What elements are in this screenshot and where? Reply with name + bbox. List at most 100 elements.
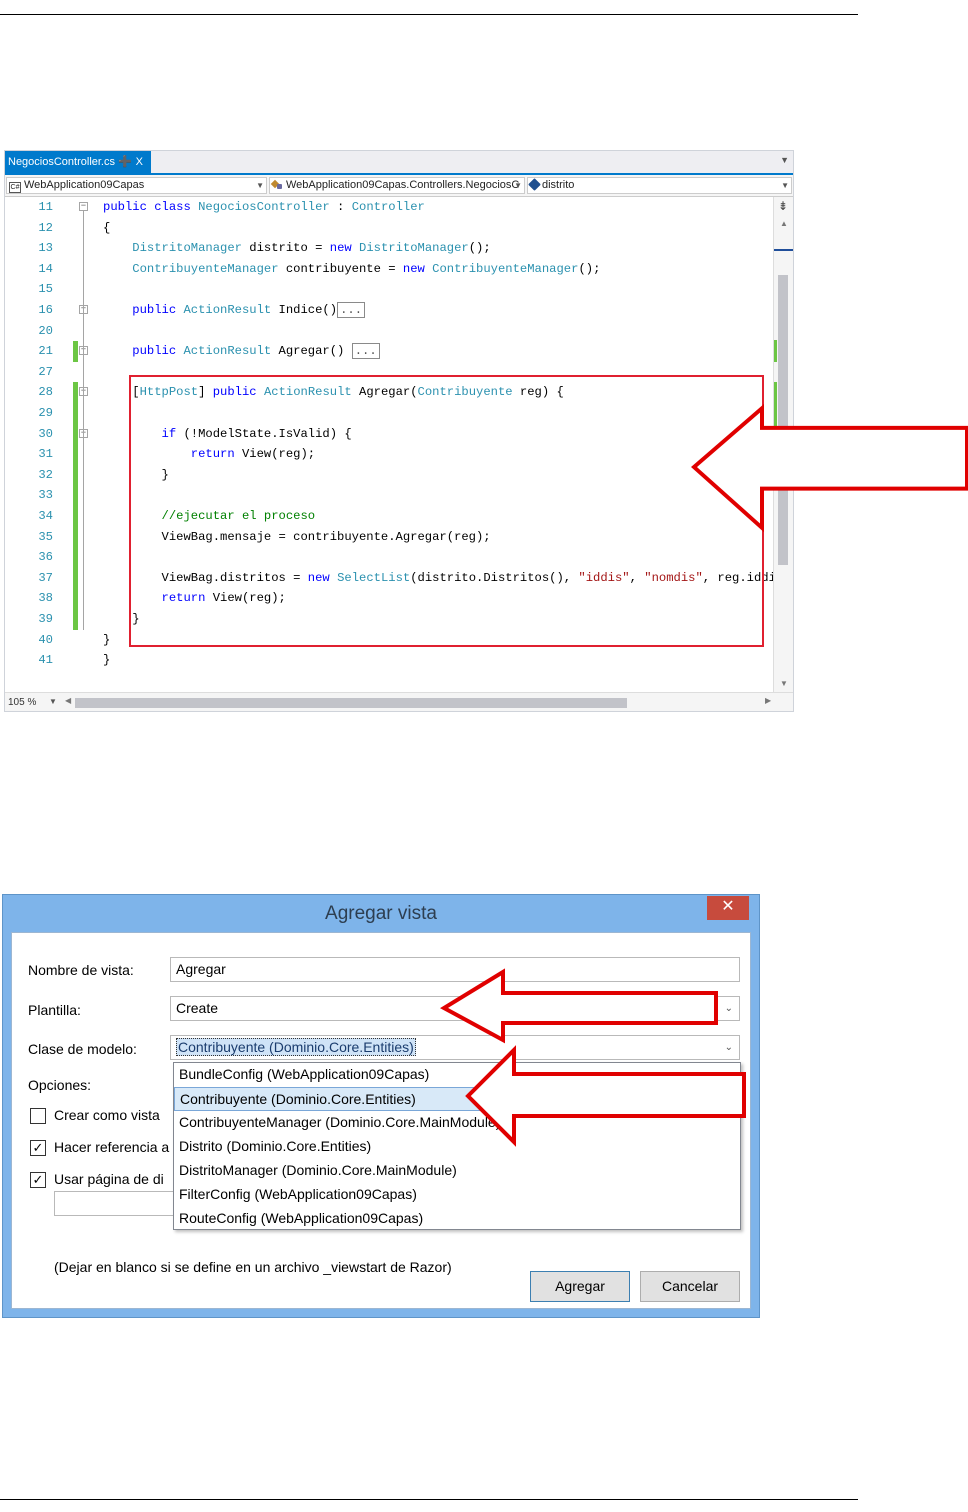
- referencia-label: Hacer referencia a: [54, 1139, 170, 1155]
- change-indicator: [73, 609, 78, 630]
- opciones-label: Opciones:: [28, 1077, 92, 1093]
- line-number: 37: [38, 570, 53, 585]
- code-token: ();: [468, 241, 491, 256]
- usar-pagina-diseno-checkbox[interactable]: ✓: [30, 1172, 46, 1188]
- agregar-button[interactable]: Agregar: [530, 1271, 630, 1302]
- line-number: 39: [38, 612, 53, 626]
- code-token: NegociosController: [198, 200, 330, 214]
- left-arrow-annotation-code: [691, 403, 968, 533]
- line-number: 31: [38, 447, 53, 462]
- change-indicator: [73, 464, 78, 486]
- change-indicator: [73, 547, 78, 568]
- cancelar-button[interactable]: Cancelar: [640, 1271, 740, 1302]
- code-line[interactable]: 11 − public class NegociosController : Con…: [5, 197, 775, 217]
- line-number: 40: [38, 632, 53, 647]
- hint-prefix: (Dejar en blanco si: [54, 1259, 171, 1275]
- chevron-down-icon[interactable]: ▼: [49, 697, 57, 706]
- change-indicator: [73, 485, 78, 506]
- scroll-down-icon[interactable]: ▼: [780, 679, 788, 688]
- page-bottom-rule: [0, 1499, 858, 1500]
- line-number: 35: [38, 529, 53, 544]
- chevron-down-icon: ▼: [514, 181, 522, 190]
- code-token: ContribuyenteManager: [132, 261, 279, 276]
- pin-icon[interactable]: ➕: [118, 156, 136, 168]
- code-token: {: [103, 220, 111, 235]
- line-number: 36: [38, 550, 53, 565]
- dropdown-option[interactable]: DistritoManager (Dominio.Core.MainModule…: [174, 1159, 740, 1183]
- code-token: public: [132, 303, 184, 317]
- code-line[interactable]: 21+ public ActionResult Agregar() ...: [5, 341, 775, 362]
- code-token: public class: [103, 200, 199, 214]
- line-number: 34: [38, 509, 53, 523]
- code-token: }: [103, 632, 111, 647]
- dropdown-option[interactable]: RouteConfig (WebApplication09Capas): [174, 1207, 740, 1231]
- referencia-scripts-checkbox[interactable]: ✓: [30, 1140, 46, 1156]
- page-top-rule: [0, 14, 858, 15]
- collapse-icon[interactable]: −: [79, 202, 88, 211]
- tab-list-dropdown-icon[interactable]: ▼: [780, 155, 789, 165]
- line-number: 38: [38, 591, 53, 606]
- clase-de-modelo-label: Clase de modelo:: [28, 1041, 137, 1057]
- project-dropdown[interactable]: C# WebApplication09Capas ▼: [6, 177, 267, 194]
- scroll-up-icon[interactable]: ▲: [780, 219, 788, 228]
- member-dropdown[interactable]: distrito ▼: [527, 177, 792, 194]
- code-line[interactable]: 14 ContribuyenteManager contribuyente = …: [5, 259, 775, 279]
- code-token: Indice(): [271, 303, 338, 317]
- dialog-title: Agregar vista: [325, 903, 437, 924]
- line-number: 15: [38, 282, 53, 297]
- line-number: 12: [38, 220, 53, 235]
- class-dropdown[interactable]: WebApplication09Capas.Controllers.Negoci…: [269, 177, 525, 194]
- code-line[interactable]: 16+ public ActionResult Indice()...: [5, 300, 775, 320]
- code-token: ActionResult: [183, 344, 272, 359]
- line-number: 33: [38, 488, 53, 503]
- line-number: 11: [38, 200, 53, 214]
- line-number: 14: [38, 261, 53, 276]
- change-indicator: [73, 382, 78, 403]
- code-token: distrito =: [241, 241, 330, 256]
- code-line[interactable]: 12 {: [5, 218, 775, 238]
- code-token: DistritoManager: [132, 241, 242, 256]
- code-token: Agregar(): [271, 344, 352, 359]
- layout-hint-text: (Dejar en blanco si se define en un arch…: [54, 1259, 452, 1275]
- field-icon: [528, 178, 541, 191]
- code-token: new: [329, 241, 360, 256]
- line-number: 27: [38, 364, 53, 379]
- code-token: ContribuyenteManager: [432, 261, 579, 276]
- code-text: }: [103, 650, 110, 670]
- change-indicator: [73, 588, 78, 609]
- outline-guide: [83, 211, 84, 630]
- code-text: public ActionResult Agregar() ...: [103, 341, 380, 361]
- layout-page-input[interactable]: [54, 1191, 184, 1216]
- code-text: }: [103, 630, 110, 650]
- scroll-left-icon[interactable]: ◀: [65, 696, 71, 705]
- code-token: }: [103, 653, 111, 668]
- code-line[interactable]: 20: [5, 321, 775, 341]
- crear-vista-parcial-checkbox[interactable]: [30, 1108, 46, 1124]
- left-arrow-annotation-model: [465, 1045, 746, 1147]
- code-line[interactable]: 13 DistritoManager distrito = new Distri…: [5, 238, 775, 258]
- close-tab-icon[interactable]: X: [136, 156, 147, 168]
- navigation-bar: C# WebApplication09Capas ▼ WebApplication…: [5, 175, 793, 197]
- horizontal-scroll-thumb[interactable]: [75, 698, 627, 708]
- code-token: ActionResult: [183, 303, 272, 317]
- close-button[interactable]: ✕: [707, 896, 749, 920]
- split-window-icon[interactable]: ⇟: [778, 199, 788, 213]
- change-indicator: [73, 567, 78, 589]
- code-line[interactable]: 41}: [5, 650, 775, 670]
- line-number: 16: [38, 303, 53, 317]
- change-indicator: [73, 526, 78, 548]
- code-line[interactable]: 15: [5, 279, 775, 299]
- scroll-right-icon[interactable]: ▶: [765, 696, 771, 705]
- member-name: distrito: [542, 179, 575, 191]
- zoom-level[interactable]: 105 %: [8, 697, 36, 708]
- collapsed-region[interactable]: ...: [351, 343, 380, 360]
- dropdown-option[interactable]: FilterConfig (WebApplication09Capas): [174, 1183, 740, 1207]
- collapsed-region[interactable]: ...: [337, 302, 366, 318]
- line-number: 41: [38, 653, 53, 668]
- code-token: contribuyente =: [278, 261, 403, 276]
- change-marker: [774, 340, 777, 362]
- crear-vista-label: Crear como vista: [54, 1107, 160, 1123]
- tab-negocios-controller[interactable]: NegociosController.cs ➕X: [5, 151, 151, 173]
